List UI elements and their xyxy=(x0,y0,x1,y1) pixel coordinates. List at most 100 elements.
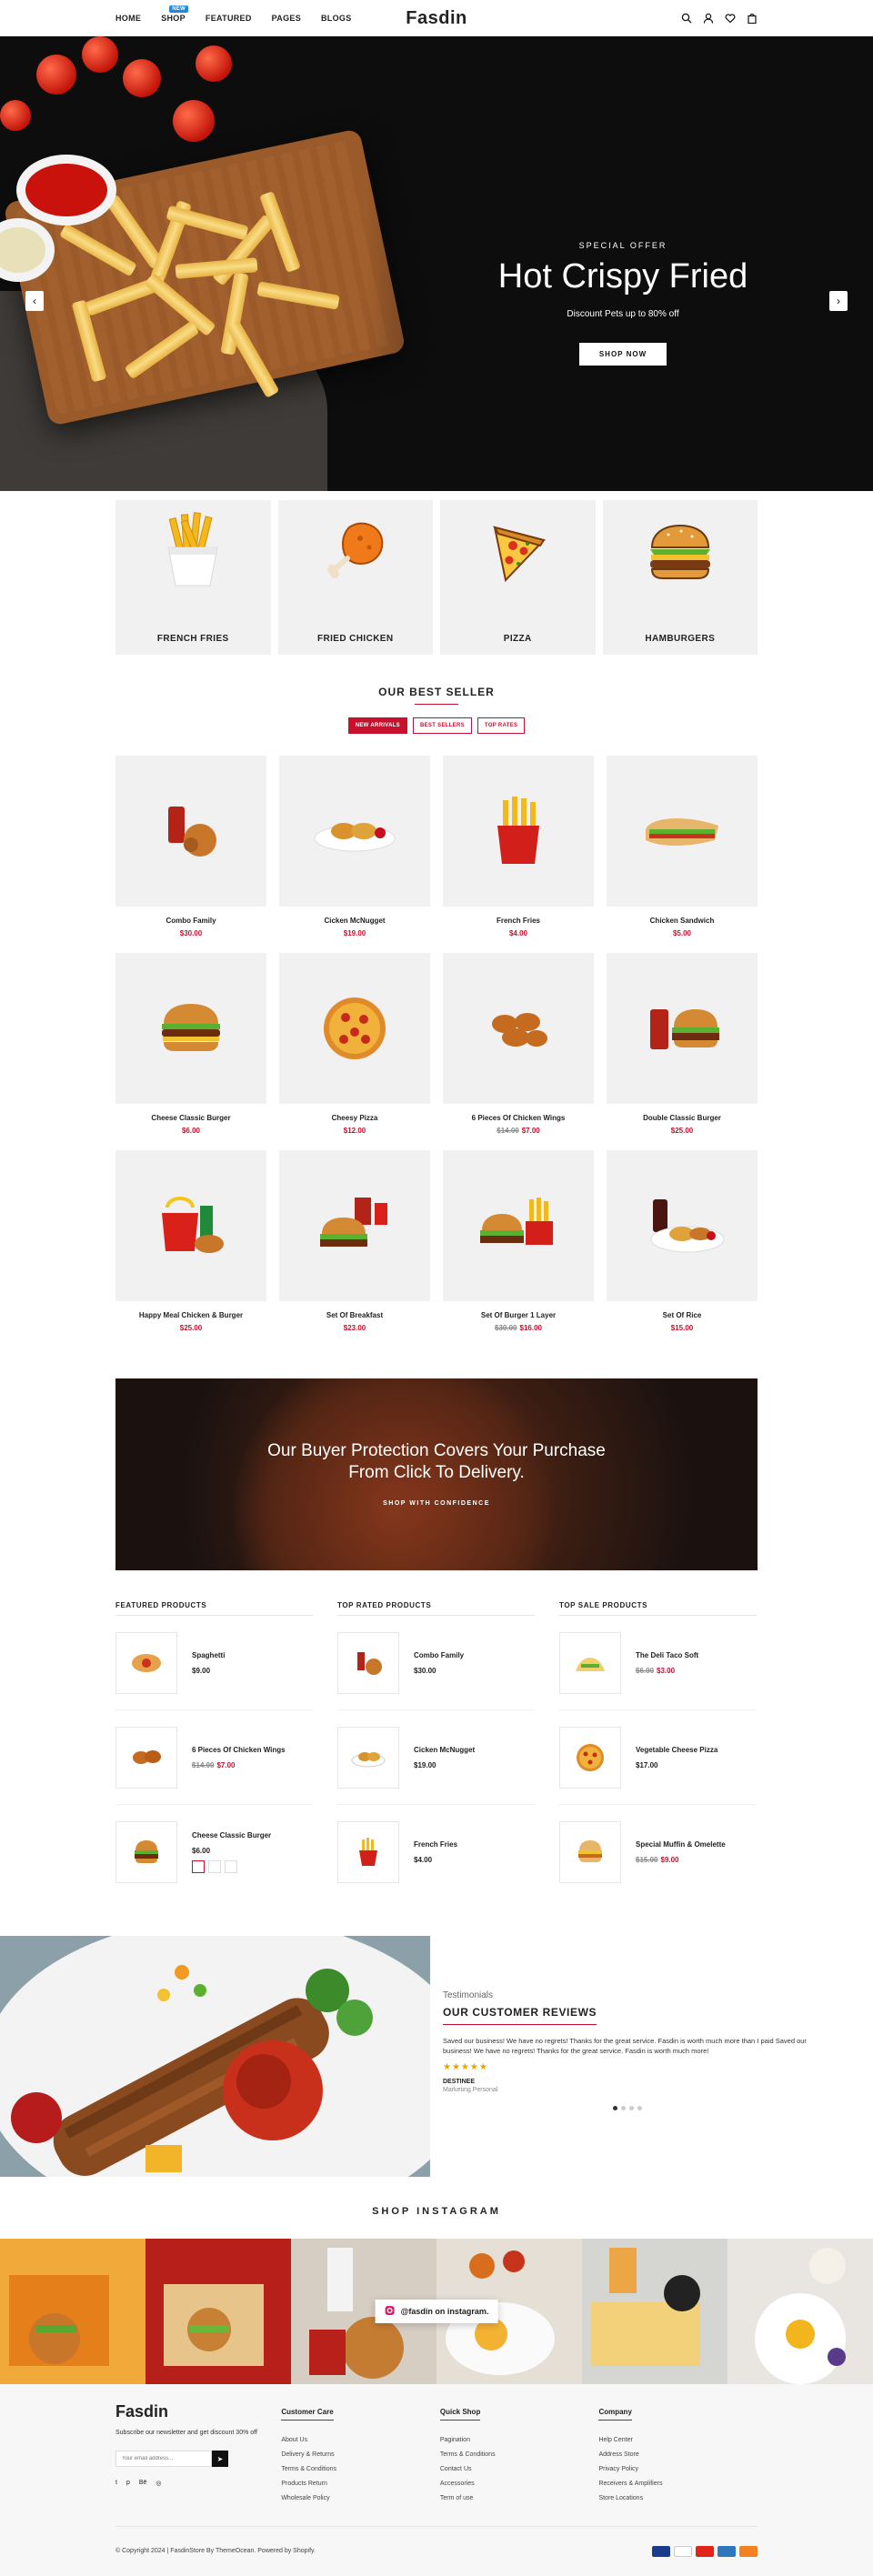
shop-confidence-link[interactable]: SHOP WITH CONFIDENCE xyxy=(115,1500,758,1507)
list-item-name[interactable]: Spaghetti xyxy=(192,1651,225,1659)
list-item-name[interactable]: Vegetable Cheese Pizza xyxy=(636,1746,717,1754)
list-item-name[interactable]: Cheese Classic Burger xyxy=(192,1831,271,1839)
shop-now-button[interactable]: SHOP NOW xyxy=(578,343,667,366)
product-name[interactable]: 6 Pieces Of Chicken Wings xyxy=(443,1114,594,1122)
list-item-name[interactable]: 6 Pieces Of Chicken Wings xyxy=(192,1746,286,1754)
instagram-icon[interactable]: ◎ xyxy=(156,2480,161,2487)
product-name[interactable]: Set Of Rice xyxy=(607,1311,758,1319)
list-item[interactable]: Combo Family $30.00 xyxy=(337,1630,535,1710)
cart-icon[interactable] xyxy=(747,13,758,25)
list-item-thumb[interactable] xyxy=(337,1631,399,1694)
newsletter-submit-button[interactable]: ➤ xyxy=(212,2451,228,2467)
product-name[interactable]: Combo Family xyxy=(115,917,266,925)
product-image[interactable] xyxy=(443,756,594,907)
nav-shop[interactable]: SHOP NEW xyxy=(161,5,189,23)
tab-best-sellers[interactable]: BEST SELLERS xyxy=(412,717,472,734)
list-item[interactable]: French Fries $4.00 xyxy=(337,1819,535,1899)
footer-link[interactable]: Address Store xyxy=(598,2448,758,2462)
product-card[interactable]: Double Classic Burger $25.00 xyxy=(607,953,758,1150)
product-name[interactable]: Chicken Sandwich xyxy=(607,917,758,925)
footer-link[interactable]: Help Center xyxy=(598,2433,758,2448)
product-card[interactable]: Set Of Burger 1 Layer $30.00 $16.00 xyxy=(443,1150,594,1348)
list-item-thumb[interactable] xyxy=(337,1726,399,1789)
list-item[interactable]: Special Muffin & Omelette $15.00 $9.00 xyxy=(559,1819,757,1899)
list-item[interactable]: Cicken McNugget $19.00 xyxy=(337,1725,535,1805)
product-image[interactable] xyxy=(443,1150,594,1301)
logo[interactable]: Fasdin xyxy=(406,8,467,29)
product-card[interactable]: 6 Pieces Of Chicken Wings $14.00 $7.00 xyxy=(443,953,594,1150)
footer-link[interactable]: Wholesale Policy xyxy=(281,2491,440,2506)
category-pizza[interactable]: PIZZA xyxy=(440,500,596,655)
product-image[interactable] xyxy=(607,756,758,907)
tab-new-arrivals[interactable]: NEW ARRIVALS xyxy=(347,717,407,734)
footer-link[interactable]: Terms & Conditions xyxy=(281,2462,440,2477)
list-item-thumb[interactable] xyxy=(115,1726,177,1789)
list-item[interactable]: Cheese Classic Burger $6.00 xyxy=(115,1819,313,1899)
nav-featured[interactable]: FEATURED xyxy=(206,14,252,23)
list-item[interactable]: 6 Pieces Of Chicken Wings $14.00 $7.00 xyxy=(115,1725,313,1805)
product-image[interactable] xyxy=(279,953,430,1104)
list-item[interactable]: Vegetable Cheese Pizza $17.00 xyxy=(559,1725,757,1805)
user-icon[interactable] xyxy=(703,13,714,24)
nav-blogs[interactable]: BLOGS xyxy=(321,14,352,23)
list-item-name[interactable]: Special Muffin & Omelette xyxy=(636,1840,726,1849)
list-item-name[interactable]: The Deli Taco Soft xyxy=(636,1651,698,1659)
product-card[interactable]: Happy Meal Chicken & Burger $25.00 xyxy=(115,1150,266,1348)
twitter-icon[interactable]: t xyxy=(115,2480,117,2487)
product-card[interactable]: Cicken McNugget $19.00 xyxy=(279,756,430,953)
product-card[interactable]: Cheesy Pizza $12.00 xyxy=(279,953,430,1150)
instagram-tile[interactable] xyxy=(728,2239,873,2384)
list-item-thumb[interactable] xyxy=(115,1631,177,1694)
nav-home[interactable]: HOME xyxy=(115,14,141,23)
product-name[interactable]: Cicken McNugget xyxy=(279,917,430,925)
list-item-name[interactable]: Combo Family xyxy=(414,1651,464,1659)
product-name[interactable]: Set Of Burger 1 Layer xyxy=(443,1311,594,1319)
product-image[interactable] xyxy=(279,756,430,907)
product-name[interactable]: French Fries xyxy=(443,917,594,925)
category-fried-chicken[interactable]: FRIED CHICKEN xyxy=(277,500,433,655)
search-icon[interactable] xyxy=(681,13,692,24)
product-image[interactable] xyxy=(279,1150,430,1301)
product-card[interactable]: Combo Family $30.00 xyxy=(115,756,266,953)
carousel-dot[interactable] xyxy=(637,2106,642,2110)
list-item[interactable]: The Deli Taco Soft $6.00 $3.00 xyxy=(559,1630,757,1710)
footer-link[interactable]: Delivery & Returns xyxy=(281,2448,440,2462)
product-card[interactable]: Set Of Breakfast $23.00 xyxy=(279,1150,430,1348)
category-hamburgers[interactable]: HAMBURGERS xyxy=(602,500,758,655)
product-image[interactable] xyxy=(115,953,266,1104)
footer-link[interactable]: Store Locations xyxy=(598,2491,758,2506)
instagram-tile[interactable] xyxy=(582,2239,728,2384)
nav-pages[interactable]: PAGES xyxy=(272,14,301,23)
product-card[interactable]: Chicken Sandwich $5.00 xyxy=(607,756,758,953)
footer-link[interactable]: Products Return xyxy=(281,2477,440,2491)
list-item-thumb[interactable] xyxy=(115,1821,177,1883)
list-item-thumb[interactable] xyxy=(337,1821,399,1883)
list-item[interactable]: Spaghetti $9.00 xyxy=(115,1630,313,1710)
behance-icon[interactable]: Bē xyxy=(139,2480,147,2487)
product-name[interactable]: Cheesy Pizza xyxy=(279,1114,430,1122)
footer-link[interactable]: Privacy Policy xyxy=(598,2462,758,2477)
category-french-fries[interactable]: FRENCH FRIES xyxy=(115,500,271,655)
footer-link[interactable]: Pagination xyxy=(440,2433,599,2448)
list-item-thumb[interactable] xyxy=(559,1631,621,1694)
instagram-tile[interactable] xyxy=(0,2239,146,2384)
variant-swatch[interactable] xyxy=(192,1860,205,1873)
carousel-dot[interactable] xyxy=(613,2106,617,2110)
footer-link[interactable]: Contact Us xyxy=(440,2462,599,2477)
carousel-dot[interactable] xyxy=(629,2106,634,2110)
list-item-thumb[interactable] xyxy=(559,1726,621,1789)
newsletter-email-input[interactable] xyxy=(115,2451,212,2467)
product-name[interactable]: Set Of Breakfast xyxy=(279,1311,430,1319)
product-name[interactable]: Double Classic Burger xyxy=(607,1114,758,1122)
variant-swatch[interactable] xyxy=(208,1860,221,1873)
footer-logo[interactable]: Fasdin xyxy=(115,2402,281,2421)
product-image[interactable] xyxy=(607,953,758,1104)
tab-top-rates[interactable]: TOP RATES xyxy=(477,717,526,734)
instagram-handle-badge[interactable]: @fasdin on instagram. xyxy=(375,2300,498,2323)
product-image[interactable] xyxy=(443,953,594,1104)
product-image[interactable] xyxy=(607,1150,758,1301)
product-card[interactable]: French Fries $4.00 xyxy=(443,756,594,953)
footer-link[interactable]: Accessories xyxy=(440,2477,599,2491)
product-image[interactable] xyxy=(115,1150,266,1301)
product-name[interactable]: Cheese Classic Burger xyxy=(115,1114,266,1122)
